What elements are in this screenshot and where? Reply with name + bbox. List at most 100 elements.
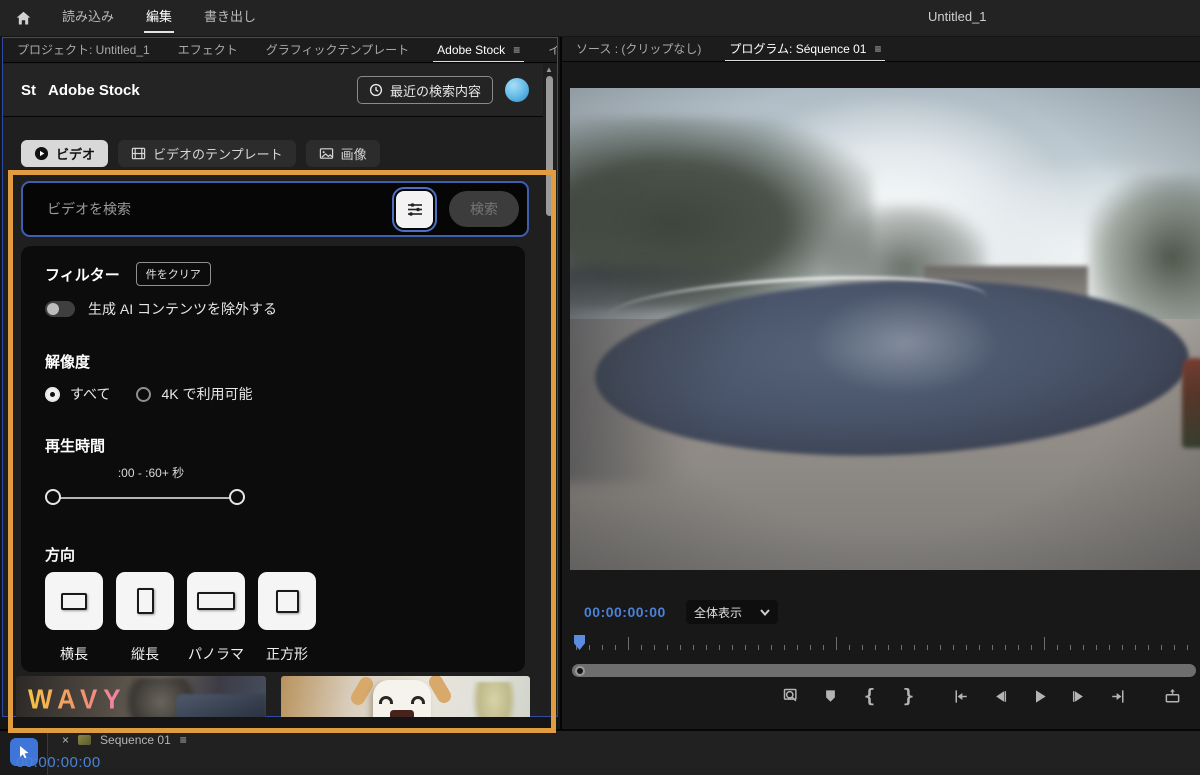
mark-out-icon: }	[903, 687, 914, 706]
exclude-ai-toggle[interactable]	[45, 301, 75, 317]
tab-project[interactable]: プロジェクト: Untitled_1	[3, 38, 164, 63]
go-to-in-button[interactable]	[948, 683, 975, 710]
thumbnail-title-text: WAVY	[28, 683, 127, 716]
play-button[interactable]	[1026, 683, 1053, 710]
tab-graphic-templates[interactable]: グラフィックテンプレート	[252, 38, 423, 63]
stock-header: St Adobe Stock 最近の検索内容	[3, 64, 543, 116]
square-label: 正方形	[258, 644, 316, 664]
tab-events[interactable]: イベント	[534, 38, 557, 63]
stock-search-box: 検索	[21, 181, 529, 237]
tab-images[interactable]: 画像	[306, 140, 380, 167]
sequence-tab[interactable]: × Sequence 01 ≡	[62, 733, 187, 747]
marker-icon	[820, 686, 841, 707]
mark-in-button[interactable]: {	[856, 683, 883, 710]
step-forward-icon	[1068, 686, 1089, 707]
image-icon	[319, 146, 334, 161]
tab-source[interactable]: ソース : (クリップなし)	[562, 37, 715, 62]
window-title: Untitled_1	[928, 9, 987, 24]
zoom-tools-button[interactable]	[778, 683, 805, 710]
go-to-out-icon	[1107, 686, 1128, 707]
app-header: 読み込み 編集 書き出し Untitled_1	[0, 0, 1200, 36]
tab-video-templates[interactable]: ビデオのテンプレート	[118, 140, 296, 167]
step-back-icon	[990, 686, 1011, 707]
media-type-tabs: ビデオ ビデオのテンプレート 画像	[21, 140, 380, 167]
landscape-label: 横長	[45, 644, 103, 664]
search-results-row: WAVY	[16, 676, 530, 717]
video-thumbnail[interactable]: WAVY	[16, 676, 266, 717]
radio-unselected-icon	[136, 387, 151, 402]
step-forward-button[interactable]	[1065, 683, 1092, 710]
filters-panel: フィルター 件をクリア 生成 AI コンテンツを除外する 解像度 すべて 4K …	[21, 246, 525, 672]
radio-selected-icon	[45, 387, 60, 402]
clock-icon	[369, 83, 383, 97]
stock-title: Adobe Stock	[48, 82, 140, 99]
duration-range-label: :00 - :60+ 秒	[21, 464, 281, 481]
mark-in-icon: {	[864, 687, 875, 706]
home-button[interactable]	[0, 0, 46, 36]
zoom-level-select[interactable]: 全体表示	[686, 600, 778, 624]
go-to-in-icon	[951, 686, 972, 707]
portrait-icon	[137, 588, 154, 614]
scrollbar-handle[interactable]	[575, 666, 585, 676]
orientation-panorama-button[interactable]	[187, 572, 245, 630]
recent-searches-button[interactable]: 最近の検索内容	[357, 76, 493, 104]
monitor-horizontal-scrollbar[interactable]	[572, 664, 1196, 677]
tab-adobe-stock[interactable]: Adobe Stock≡	[423, 38, 534, 63]
magnifier-icon	[781, 686, 802, 707]
resolution-4k-option[interactable]: 4K で利用可能	[136, 384, 252, 404]
add-marker-button[interactable]	[817, 683, 844, 710]
orientation-landscape-button[interactable]	[45, 572, 103, 630]
sequence-thumb-icon	[78, 735, 91, 745]
project-panel-group: プロジェクト: Untitled_1 エフェクト グラフィックテンプレート Ad…	[2, 37, 558, 717]
search-input[interactable]	[23, 201, 396, 217]
landscape-icon	[61, 593, 87, 610]
program-monitor-video	[570, 88, 1200, 570]
slider-handle-max[interactable]	[229, 489, 245, 505]
tab-video[interactable]: ビデオ	[21, 140, 108, 167]
clear-filters-button[interactable]: 件をクリア	[136, 262, 211, 286]
monitor-time-ruler[interactable]	[572, 634, 1196, 652]
resolution-heading: 解像度	[45, 351, 90, 372]
program-timecode[interactable]: 00:00:00:00	[584, 604, 666, 620]
play-circle-icon	[34, 146, 49, 161]
orientation-heading: 方向	[45, 544, 75, 565]
play-icon	[1029, 686, 1050, 707]
premiere-window: 読み込み 編集 書き出し Untitled_1 プロジェクト: Untitled…	[0, 0, 1200, 775]
portrait-label: 縦長	[116, 644, 174, 664]
go-to-out-button[interactable]	[1104, 683, 1131, 710]
lift-button[interactable]	[1159, 683, 1186, 710]
tab-program[interactable]: プログラム: Séquence 01≡	[715, 37, 895, 62]
video-thumbnail[interactable]	[281, 676, 530, 717]
stock-vertical-scrollbar[interactable]	[546, 76, 553, 216]
nav-edit[interactable]: 編集	[130, 0, 188, 36]
tab-effects[interactable]: エフェクト	[164, 38, 252, 63]
monitor-panel-group: ソース : (クリップなし) プログラム: Séquence 01≡ 00:00…	[560, 37, 1200, 729]
step-back-button[interactable]	[987, 683, 1014, 710]
resolution-all-option[interactable]: すべて	[45, 384, 110, 404]
toggle-knob	[47, 303, 59, 315]
panel-menu-icon[interactable]: ≡	[874, 42, 881, 56]
home-icon	[15, 10, 32, 27]
chevron-down-icon	[760, 609, 770, 616]
left-panel-tabbar: プロジェクト: Untitled_1 エフェクト グラフィックテンプレート Ad…	[3, 38, 557, 63]
panel-menu-icon[interactable]: ≡	[513, 43, 520, 57]
panorama-icon	[197, 592, 235, 610]
orientation-square-button[interactable]	[258, 572, 316, 630]
film-icon	[131, 146, 146, 161]
user-avatar[interactable]	[505, 78, 529, 102]
panorama-label: パノラマ	[187, 644, 245, 664]
right-panel-tabbar: ソース : (クリップなし) プログラム: Séquence 01≡	[562, 37, 1200, 62]
orientation-portrait-button[interactable]	[116, 572, 174, 630]
mark-out-button[interactable]: }	[895, 683, 922, 710]
nav-import[interactable]: 読み込み	[46, 0, 130, 36]
slider-track	[54, 497, 236, 499]
search-button[interactable]: 検索	[449, 191, 519, 227]
slider-handle-min[interactable]	[45, 489, 61, 505]
panel-menu-icon[interactable]: ≡	[180, 733, 187, 747]
nav-export[interactable]: 書き出し	[188, 0, 272, 36]
scroll-up-arrow-icon[interactable]: ▲	[544, 65, 554, 75]
close-icon[interactable]: ×	[62, 733, 69, 747]
timeline-timecode[interactable]: 00:00:00:00	[16, 754, 101, 771]
filters-toggle-button[interactable]	[396, 191, 433, 228]
lift-icon	[1162, 686, 1183, 707]
